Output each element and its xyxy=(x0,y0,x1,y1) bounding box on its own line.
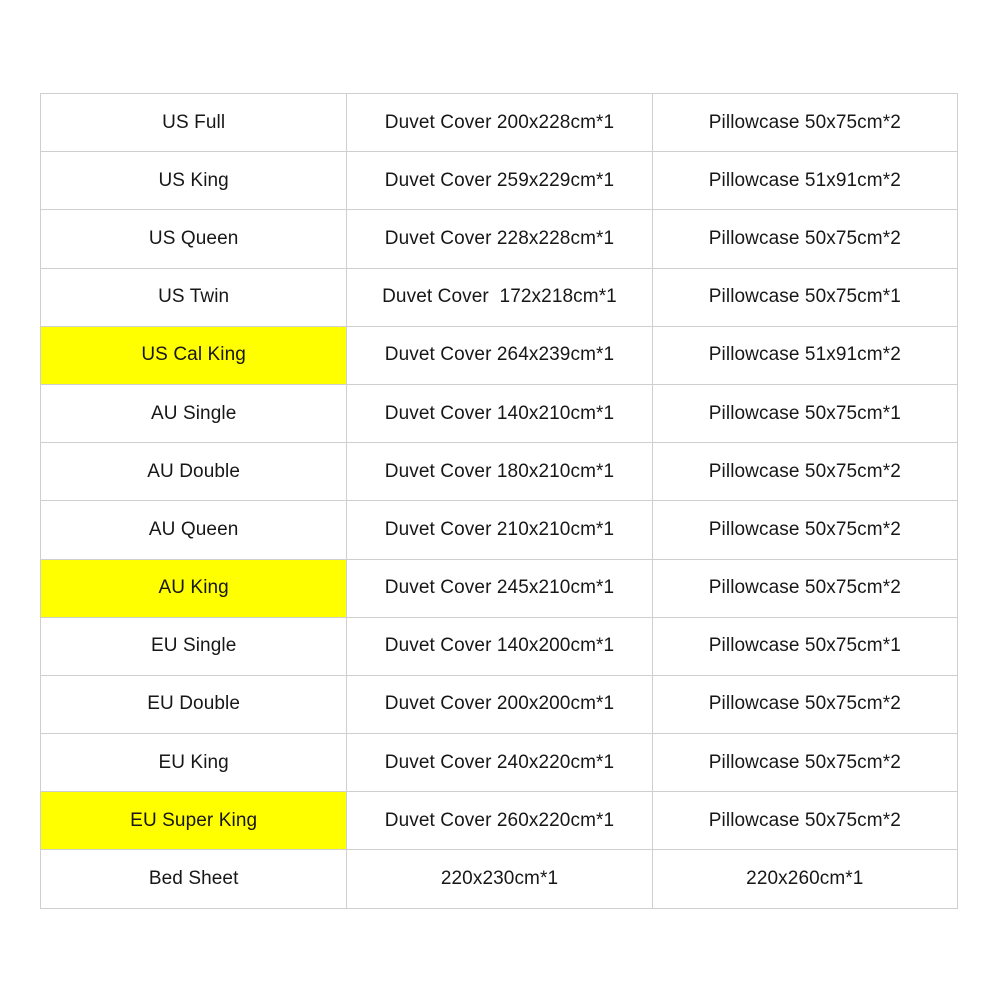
cell-duvet-cover: Duvet Cover 240x220cm*1 xyxy=(346,733,653,793)
cell-duvet-cover: Duvet Cover 140x200cm*1 xyxy=(346,616,653,676)
cell-pillowcase: Pillowcase 50x75cm*2 xyxy=(651,733,959,793)
table-row: AU Double Duvet Cover 180x210cm*1 Pillowca… xyxy=(39,442,959,502)
table-row: Bed Sheet 220x230cm*1 220x260cm*1 xyxy=(39,849,959,909)
cell-pillowcase: Pillowcase 51x91cm*2 xyxy=(651,325,959,385)
cell-duvet-cover: Duvet Cover 260x220cm*1 xyxy=(346,791,653,851)
cell-pillowcase: 220x260cm*1 xyxy=(651,849,959,909)
cell-pillowcase: Pillowcase 50x75cm*1 xyxy=(651,616,959,676)
cell-size-name: US Queen xyxy=(39,209,348,269)
table-row: EU Double Duvet Cover 200x200cm*1 Pillowca… xyxy=(39,674,959,735)
cell-pillowcase: Pillowcase 50x75cm*2 xyxy=(651,92,959,153)
table-row: AU Single Duvet Cover 140x210cm*1 Pillowca… xyxy=(39,383,959,444)
cell-pillowcase: Pillowcase 50x75cm*2 xyxy=(651,500,959,560)
cell-duvet-cover: Duvet Cover 210x210cm*1 xyxy=(346,500,653,560)
table-row: US Cal King Duvet Cover 264x239cm*1 Pillow… xyxy=(39,325,959,385)
cell-size-name: US King xyxy=(39,151,348,211)
cell-duvet-cover: Duvet Cover 140x210cm*1 xyxy=(346,383,653,444)
cell-size-name: AU Single xyxy=(39,383,348,444)
cell-size-name: US Cal King xyxy=(39,325,348,385)
cell-duvet-cover: Duvet Cover 259x229cm*1 xyxy=(346,151,653,211)
cell-duvet-cover: Duvet Cover 172x218cm*1 xyxy=(346,267,653,327)
table-row: US Twin Duvet Cover 172x218cm*1 Pillowcase… xyxy=(39,267,959,327)
cell-size-name: AU Queen xyxy=(39,500,348,560)
cell-size-name: EU Super King xyxy=(39,791,348,851)
cell-size-name: Bed Sheet xyxy=(39,849,348,909)
cell-duvet-cover: Duvet Cover 228x228cm*1 xyxy=(346,209,653,269)
cell-duvet-cover: Duvet Cover 245x210cm*1 xyxy=(346,558,653,618)
cell-pillowcase: Pillowcase 51x91cm*2 xyxy=(651,151,959,211)
cell-pillowcase: Pillowcase 50x75cm*1 xyxy=(651,383,959,444)
cell-size-name: EU Double xyxy=(39,674,348,735)
table-row: US King Duvet Cover 259x229cm*1 Pillowcase… xyxy=(39,151,959,211)
size-table-body: US Full Duvet Cover 200x228cm*1 Pillowcase… xyxy=(39,92,959,909)
table-row: US Full Duvet Cover 200x228cm*1 Pillowcase… xyxy=(39,92,959,153)
table-row: EU Super King Duvet Cover 260x220cm*1 Pill… xyxy=(39,791,959,851)
cell-size-name: EU King xyxy=(39,733,348,793)
bedding-size-chart: US Full Duvet Cover 200x228cm*1 Pillowcase… xyxy=(39,92,959,909)
cell-pillowcase: Pillowcase 50x75cm*2 xyxy=(651,791,959,851)
cell-duvet-cover: Duvet Cover 264x239cm*1 xyxy=(346,325,653,385)
cell-size-name: US Twin xyxy=(39,267,348,327)
table-row: EU Single Duvet Cover 140x200cm*1 Pillowca… xyxy=(39,616,959,676)
cell-duvet-cover: Duvet Cover 180x210cm*1 xyxy=(346,442,653,502)
cell-pillowcase: Pillowcase 50x75cm*1 xyxy=(651,267,959,327)
cell-size-name: AU Double xyxy=(39,442,348,502)
cell-pillowcase: Pillowcase 50x75cm*2 xyxy=(651,442,959,502)
cell-size-name: EU Single xyxy=(39,616,348,676)
cell-size-name: AU King xyxy=(39,558,348,618)
table-row: US Queen Duvet Cover 228x228cm*1 Pillowcas… xyxy=(39,209,959,269)
cell-pillowcase: Pillowcase 50x75cm*2 xyxy=(651,209,959,269)
table-row: AU Queen Duvet Cover 210x210cm*1 Pillowcas… xyxy=(39,500,959,560)
cell-duvet-cover: Duvet Cover 200x200cm*1 xyxy=(346,674,653,735)
cell-size-name: US Full xyxy=(39,92,348,153)
cell-duvet-cover: Duvet Cover 200x228cm*1 xyxy=(346,92,653,153)
table-row: EU King Duvet Cover 240x220cm*1 Pillowcase… xyxy=(39,733,959,793)
table-row: AU King Duvet Cover 245x210cm*1 Pillowcase… xyxy=(39,558,959,618)
size-table: US Full Duvet Cover 200x228cm*1 Pillowcase… xyxy=(39,92,959,909)
cell-duvet-cover: 220x230cm*1 xyxy=(346,849,653,909)
cell-pillowcase: Pillowcase 50x75cm*2 xyxy=(651,674,959,735)
cell-pillowcase: Pillowcase 50x75cm*2 xyxy=(651,558,959,618)
